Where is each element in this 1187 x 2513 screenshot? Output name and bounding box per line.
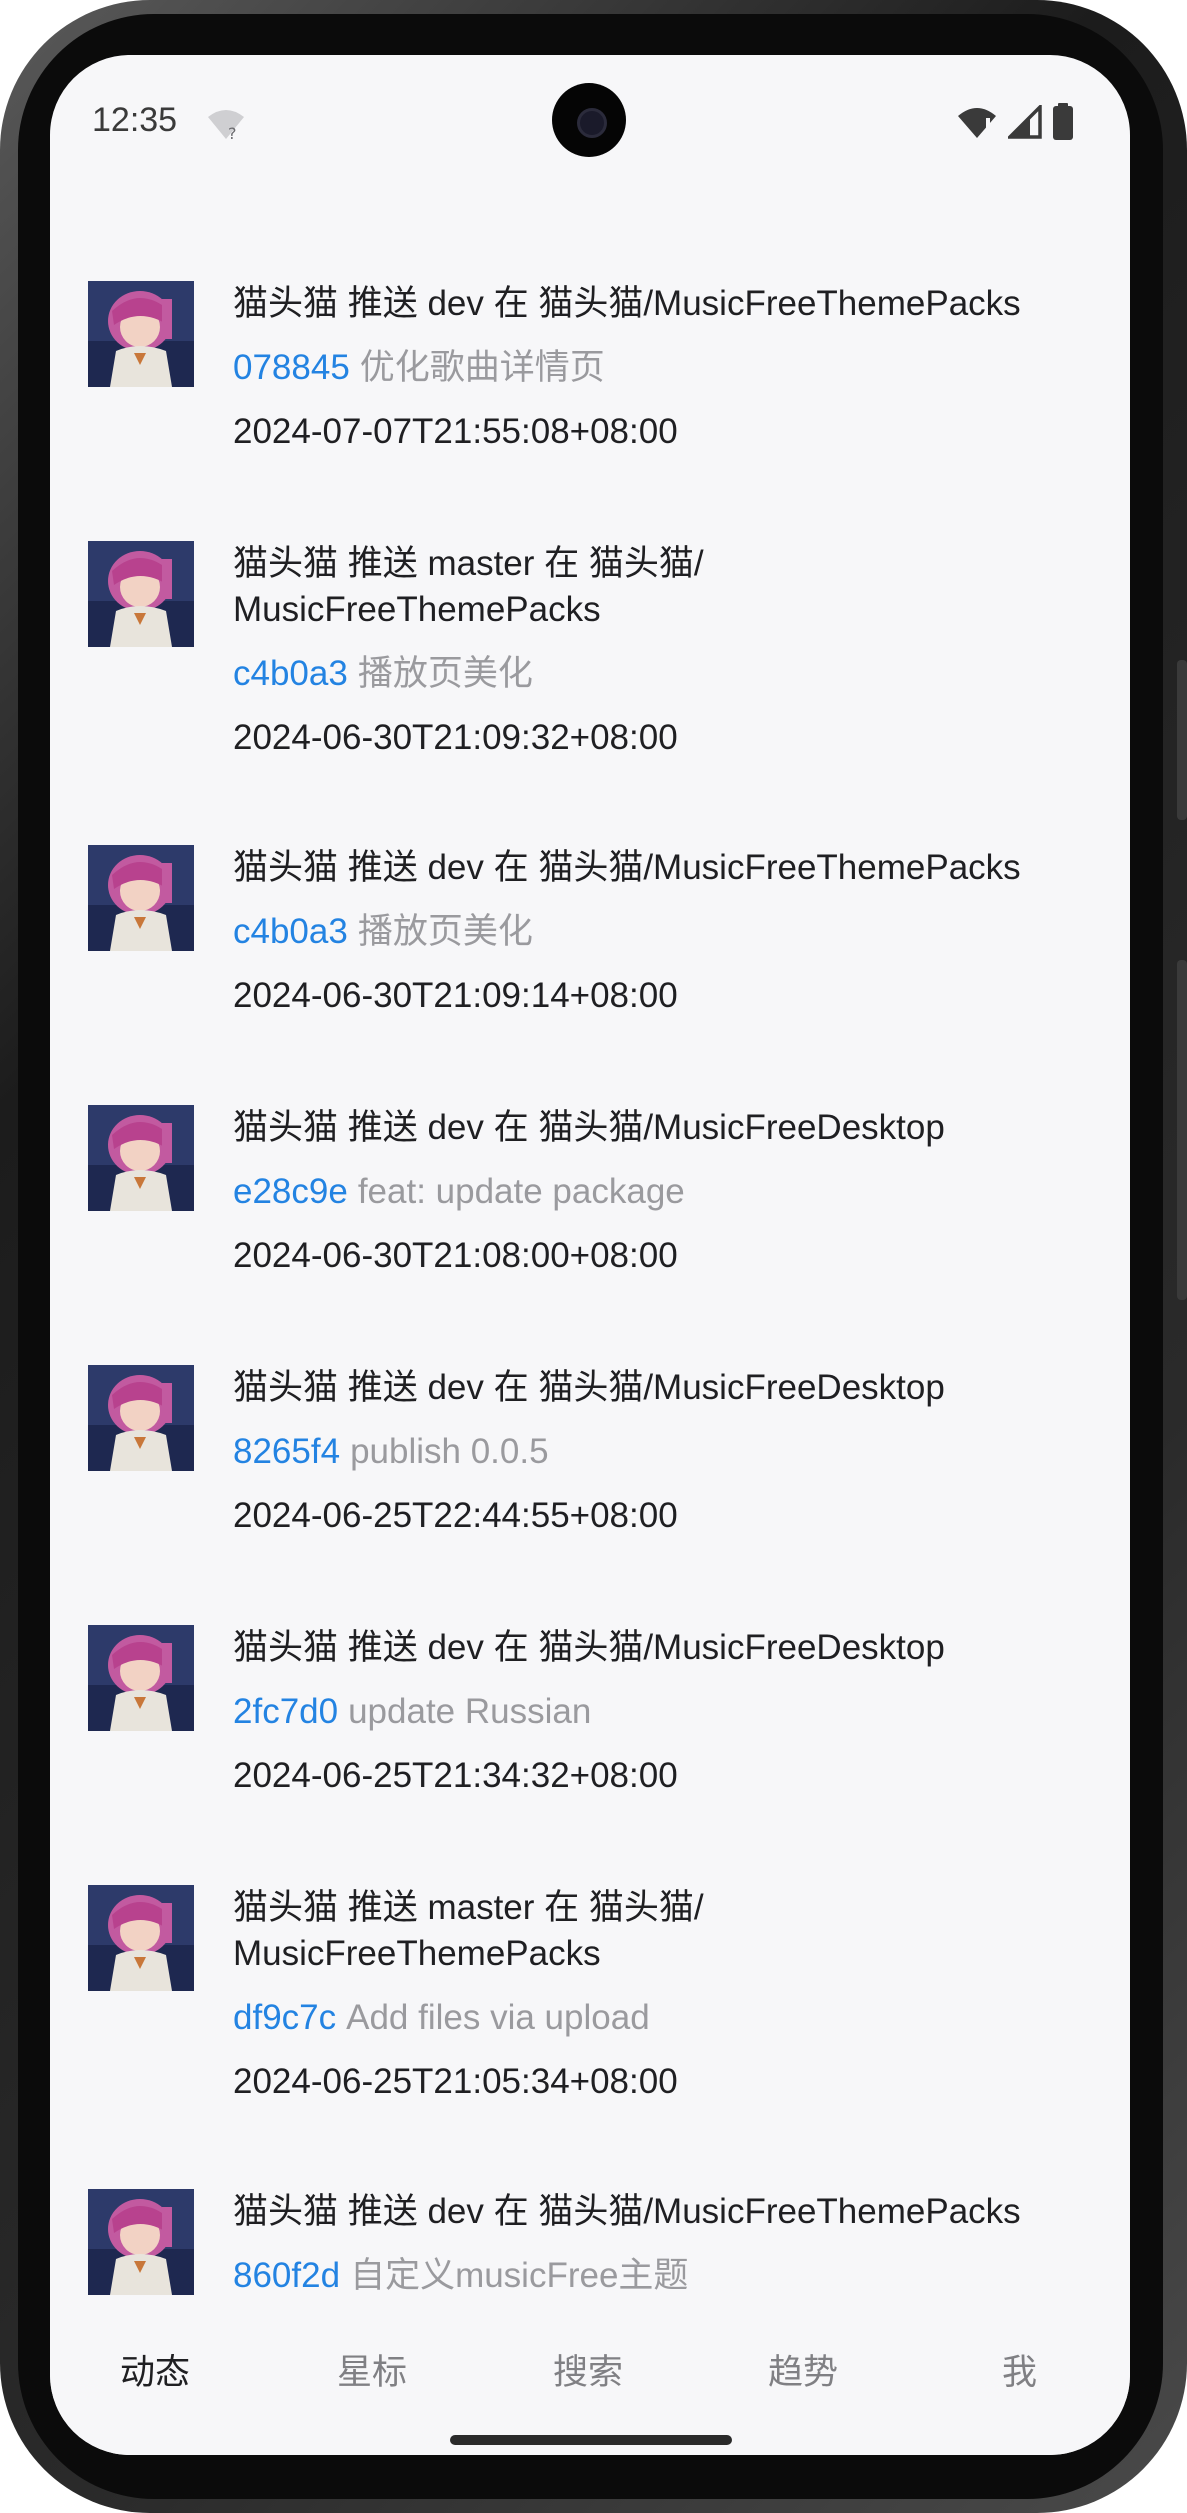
avatar-image — [88, 845, 194, 951]
commit-sha[interactable]: c4b0a3 — [233, 912, 348, 951]
status-time: 12:35 — [92, 101, 178, 139]
commit-message: Add files via upload — [346, 1998, 650, 2037]
commit-message: 播放页美化 — [357, 654, 533, 693]
power-button — [1177, 960, 1187, 1300]
commit-sha[interactable]: 2fc7d0 — [233, 1692, 338, 1731]
commit-line: c4b0a3 播放页美化 — [233, 909, 1080, 955]
event-title[interactable]: 猫头猫 推送 dev 在 猫头猫/MusicFreeDesktop — [233, 1625, 1080, 1671]
avatar-image — [88, 281, 194, 387]
tab-me[interactable]: 我 — [1002, 2344, 1037, 2395]
commit-sha[interactable]: e28c9e — [233, 1172, 348, 1211]
event-body: 猫头猫 推送 dev 在 猫头猫/MusicFreeThemePacks 078… — [233, 281, 1080, 455]
avatar[interactable] — [88, 1625, 194, 1731]
commit-message: 自定义musicFree主题 — [350, 2256, 689, 2295]
event-body: 猫头猫 推送 dev 在 猫头猫/MusicFreeDesktop 2fc7d0… — [233, 1625, 1080, 1799]
avatar-image — [88, 541, 194, 647]
avatar-image — [88, 1885, 194, 1991]
commit-line: 078845 优化歌曲详情页 — [233, 345, 1080, 391]
commit-sha[interactable]: c4b0a3 — [233, 654, 348, 693]
wifi-alert-icon — [958, 108, 996, 138]
event-title[interactable]: 猫头猫 推送 dev 在 猫头猫/MusicFreeDesktop — [233, 1365, 1080, 1411]
front-camera — [552, 83, 626, 157]
tab-trending[interactable]: 趋势 — [768, 2344, 838, 2395]
avatar[interactable] — [88, 1365, 194, 1471]
event-time: 2024-06-25T21:34:32+08:00 — [233, 1756, 678, 1795]
tab-activity[interactable]: 动态 — [120, 2344, 190, 2395]
commit-line: 860f2d 自定义musicFree主题 — [233, 2253, 1080, 2299]
event-time: 2024-06-25T22:44:55+08:00 — [233, 1496, 678, 1535]
wifi-question-icon: ? — [208, 110, 244, 141]
avatar[interactable] — [88, 281, 194, 387]
status-icons — [956, 103, 1074, 141]
event-time: 2024-06-30T21:09:14+08:00 — [233, 976, 678, 1015]
event-title[interactable]: 猫头猫 推送 dev 在 猫头猫/MusicFreeThemePacks — [233, 2189, 1080, 2235]
home-indicator[interactable] — [450, 2435, 732, 2445]
event-title[interactable]: 猫头猫 推送 master 在 猫头猫/ MusicFreeThemePacks — [233, 1885, 1080, 1977]
signal-icon — [1008, 105, 1042, 139]
avatar[interactable] — [88, 2189, 194, 2295]
commit-line: df9c7c Add files via upload — [233, 1995, 1080, 2041]
bottom-tab-bar: 动态 星标 搜索 趋势 我 — [50, 2310, 1130, 2455]
battery-icon — [1053, 103, 1073, 140]
commit-sha[interactable]: 078845 — [233, 348, 350, 387]
activity-feed[interactable]: 猫头猫 推送 dev 在 猫头猫/MusicFreeThemePacks 078… — [50, 185, 1130, 2310]
event-body: 猫头猫 推送 master 在 猫头猫/ MusicFreeThemePacks… — [233, 541, 1080, 761]
avatar[interactable] — [88, 845, 194, 951]
event-time: 2024-06-30T21:08:00+08:00 — [233, 1236, 678, 1275]
event-body: 猫头猫 推送 dev 在 猫头猫/MusicFreeDesktop 8265f4… — [233, 1365, 1080, 1539]
commit-message: publish 0.0.5 — [350, 1432, 549, 1471]
event-body: 猫头猫 推送 dev 在 猫头猫/MusicFreeThemePacks c4b… — [233, 845, 1080, 1019]
event-time: 2024-06-25T21:05:34+08:00 — [233, 2062, 678, 2101]
commit-sha[interactable]: df9c7c — [233, 1998, 336, 2037]
event-time: 2024-07-07T21:55:08+08:00 — [233, 412, 678, 451]
avatar-image — [88, 1105, 194, 1211]
event-time: 2024-06-30T21:09:32+08:00 — [233, 718, 678, 757]
avatar[interactable] — [88, 1885, 194, 1991]
event-title[interactable]: 猫头猫 推送 dev 在 猫头猫/MusicFreeThemePacks — [233, 845, 1080, 891]
avatar-image — [88, 2189, 194, 2295]
commit-message: feat: update package — [357, 1172, 685, 1211]
avatar-image — [88, 1625, 194, 1731]
event-body: 猫头猫 推送 dev 在 猫头猫/MusicFreeThemePacks 860… — [233, 2189, 1080, 2310]
commit-message: 优化歌曲详情页 — [359, 348, 605, 387]
avatar[interactable] — [88, 541, 194, 647]
commit-message: update Russian — [348, 1692, 592, 1731]
commit-sha[interactable]: 8265f4 — [233, 1432, 340, 1471]
commit-message: 播放页美化 — [357, 912, 533, 951]
screen: 12:35 ? 猫头猫 推送 dev 在 猫头猫/MusicFreeThemeP… — [50, 55, 1130, 2455]
event-body: 猫头猫 推送 dev 在 猫头猫/MusicFreeDesktop e28c9e… — [233, 1105, 1080, 1279]
svg-text:?: ? — [228, 124, 237, 141]
commit-sha[interactable]: 860f2d — [233, 2256, 340, 2295]
tab-search[interactable]: 搜索 — [553, 2344, 623, 2395]
phone-frame: 12:35 ? 猫头猫 推送 dev 在 猫头猫/MusicFreeThemeP… — [0, 0, 1187, 2513]
commit-line: 2fc7d0 update Russian — [233, 1689, 1080, 1735]
avatar[interactable] — [88, 1105, 194, 1211]
commit-line: 8265f4 publish 0.0.5 — [233, 1429, 1080, 1475]
event-title[interactable]: 猫头猫 推送 dev 在 猫头猫/MusicFreeDesktop — [233, 1105, 1080, 1151]
avatar-image — [88, 1365, 194, 1471]
volume-button — [1177, 660, 1187, 820]
event-body: 猫头猫 推送 master 在 猫头猫/ MusicFreeThemePacks… — [233, 1885, 1080, 2105]
commit-line: c4b0a3 播放页美化 — [233, 651, 1080, 697]
status-bar: 12:35 ? — [50, 55, 1130, 185]
tab-starred[interactable]: 星标 — [337, 2344, 407, 2395]
commit-line: e28c9e feat: update package — [233, 1169, 1080, 1215]
event-title[interactable]: 猫头猫 推送 dev 在 猫头猫/MusicFreeThemePacks — [233, 281, 1080, 327]
event-title[interactable]: 猫头猫 推送 master 在 猫头猫/ MusicFreeThemePacks — [233, 541, 1080, 633]
